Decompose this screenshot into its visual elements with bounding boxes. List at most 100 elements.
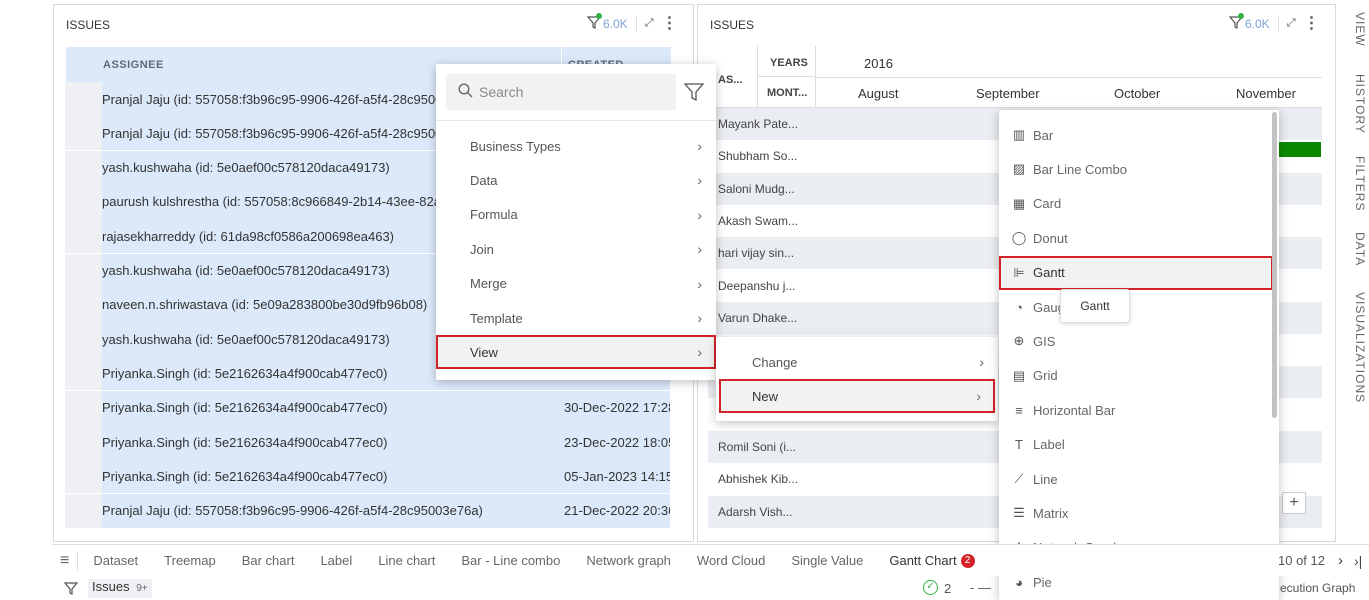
viz-item-matrix[interactable]: ☰ Matrix xyxy=(999,496,1279,530)
table-row[interactable]: Pranjal Jaju (id: 557058:f3b96c95-9906-4… xyxy=(65,493,670,528)
grid-icon: ▤ xyxy=(1012,367,1026,383)
side-tab-view[interactable]: VIEW xyxy=(1353,12,1367,47)
gantt-bar[interactable] xyxy=(1278,142,1321,157)
gantt-tooltip: Gantt xyxy=(1060,289,1130,323)
submenu-item-change[interactable]: Change › xyxy=(716,345,998,379)
left-panel-title: ISSUES xyxy=(66,18,111,32)
right-panel-tools: 6.0K ⤢ ⋮ xyxy=(1228,13,1320,32)
tab-gantt-chart[interactable]: Gantt Chart xyxy=(876,553,960,568)
search-box[interactable]: Search xyxy=(446,74,676,110)
assignee-cell: Priyanka.Singh (id: 5e2162634a4f900cab47… xyxy=(102,390,560,425)
chevron-right-icon: › xyxy=(697,275,702,292)
viz-item-gis[interactable]: ⊕ GIS xyxy=(999,324,1279,358)
funnel-icon[interactable] xyxy=(63,581,79,598)
tab-single-value[interactable]: Single Value xyxy=(778,553,876,568)
gauge-icon: ◔ xyxy=(1015,299,1023,315)
left-filter-count: 6.0K xyxy=(603,16,628,31)
month-september: September xyxy=(976,86,1040,101)
submenu-item-new[interactable]: New › xyxy=(719,379,995,413)
row-gutter xyxy=(65,322,102,357)
gantt-row-name: Mayank Pate... xyxy=(718,117,799,131)
row-gutter xyxy=(65,219,102,254)
tab-network-graph[interactable]: Network graph xyxy=(573,553,684,568)
right-filter-count: 6.0K xyxy=(1245,16,1270,31)
status-bar: Issues 9+ ✓ 2 - — ecution Graph xyxy=(52,577,1369,600)
filter-icon[interactable] xyxy=(586,13,602,32)
chevron-right-icon: › xyxy=(979,354,984,370)
viz-item-bar-line-combo[interactable]: ▨ Bar Line Combo xyxy=(999,152,1279,186)
row-gutter xyxy=(65,493,102,528)
menu-item-view[interactable]: View › xyxy=(436,335,716,370)
tab-bar-chart[interactable]: Bar chart xyxy=(229,553,308,568)
donut-icon: ◯ xyxy=(1011,230,1027,246)
created-cell: 21-Dec-2022 20:36 xyxy=(560,493,670,528)
chevron-right-icon: › xyxy=(697,344,702,361)
execution-graph-link[interactable]: ecution Graph xyxy=(1280,581,1355,595)
tab-line-chart[interactable]: Line chart xyxy=(365,553,448,568)
side-tab-data[interactable]: DATA xyxy=(1353,232,1367,266)
filter-icon[interactable] xyxy=(1228,13,1244,32)
menu-scrollbar[interactable] xyxy=(1272,112,1277,418)
more-options-icon[interactable]: ⋮ xyxy=(662,15,678,31)
globe-icon: ⊕ xyxy=(1013,333,1025,349)
menu-item-business-types[interactable]: Business Types › xyxy=(436,129,716,163)
horizontal-bar-icon: ≡ xyxy=(1015,402,1023,418)
context-menu: Search Business Types › Data › Formula › Join ›… xyxy=(436,64,716,380)
menu-item-template[interactable]: Template › xyxy=(436,301,716,335)
table-row[interactable]: Priyanka.Singh (id: 5e2162634a4f900cab47… xyxy=(65,425,670,459)
search-placeholder: Search xyxy=(479,84,524,100)
menu-filter-icon[interactable] xyxy=(683,82,705,105)
line-chart-icon: ⟋ xyxy=(1014,471,1024,486)
assignee-cell: Priyanka.Singh (id: 5e2162634a4f900cab47… xyxy=(102,459,560,494)
menu-item-join[interactable]: Join › xyxy=(436,232,716,266)
last-page-icon[interactable]: ›| xyxy=(1354,553,1362,569)
viz-item-grid[interactable]: ▤ Grid xyxy=(999,359,1279,393)
menu-item-merge[interactable]: Merge › xyxy=(436,267,716,301)
expand-icon[interactable]: ⤢ xyxy=(645,17,654,30)
row-gutter xyxy=(65,287,102,322)
view-submenu: Change › New › xyxy=(716,337,998,421)
viz-item-label[interactable]: T Label xyxy=(999,428,1279,462)
hamburger-icon[interactable]: ≡ xyxy=(52,552,77,570)
viz-item-line[interactable]: ⟋ Line xyxy=(999,462,1279,496)
tab-label[interactable]: Label xyxy=(307,553,365,568)
side-tab-filters[interactable]: FILTERS xyxy=(1353,156,1367,211)
chevron-right-icon: › xyxy=(697,241,702,258)
chevron-right-icon: › xyxy=(697,172,702,189)
gantt-icon: ⊫ xyxy=(1013,264,1025,280)
chevron-right-icon: › xyxy=(697,206,702,223)
tab-dataset[interactable]: Dataset xyxy=(80,553,151,568)
tab-bar-line-combo[interactable]: Bar - Line combo xyxy=(448,553,573,568)
table-row[interactable]: Priyanka.Singh (id: 5e2162634a4f900cab47… xyxy=(65,459,670,494)
expand-icon[interactable]: ⤢ xyxy=(1287,17,1296,30)
chevron-right-icon: › xyxy=(976,388,981,404)
viz-item-horizontal-bar[interactable]: ≡ Horizontal Bar xyxy=(999,393,1279,427)
years-header: YEARS xyxy=(770,57,808,69)
row-gutter xyxy=(65,150,102,185)
row-gutter xyxy=(65,356,102,391)
row-gutter xyxy=(65,390,102,425)
viz-item-card[interactable]: ▦ Card xyxy=(999,187,1279,221)
menu-item-data[interactable]: Data › xyxy=(436,163,716,197)
zoom-in-button[interactable]: + xyxy=(1282,492,1306,514)
matrix-icon: ☰ xyxy=(1013,505,1025,521)
row-gutter xyxy=(65,184,102,219)
issues-filter-chip[interactable]: Issues 9+ xyxy=(88,579,152,598)
viz-item-donut[interactable]: ◯ Donut xyxy=(999,221,1279,255)
gantt-row-name: Saloni Mudg... xyxy=(718,181,795,196)
gantt-row-name: Deepanshu j... xyxy=(718,278,796,293)
side-tab-history[interactable]: HISTORY xyxy=(1353,74,1367,134)
menu-item-formula[interactable]: Formula › xyxy=(436,198,716,232)
chevron-right-icon: › xyxy=(697,310,702,326)
gantt-row-name: Shubham So... xyxy=(718,149,798,164)
table-row[interactable]: Priyanka.Singh (id: 5e2162634a4f900cab47… xyxy=(65,390,670,425)
more-options-icon[interactable]: ⋮ xyxy=(1304,15,1320,31)
bar-chart-icon: ▥ xyxy=(1012,127,1026,142)
next-page-icon[interactable]: › xyxy=(1338,552,1343,569)
viz-item-bar[interactable]: ▥ Bar xyxy=(999,118,1279,152)
viz-item-gauge[interactable]: ◔ Gauge xyxy=(999,290,1279,324)
tab-word-cloud[interactable]: Word Cloud xyxy=(684,553,778,568)
tab-treemap[interactable]: Treemap xyxy=(151,553,229,568)
viz-item-gantt[interactable]: ⊫ Gantt xyxy=(999,255,1273,290)
side-tab-visualizations[interactable]: VISUALIZATIONS xyxy=(1353,292,1367,403)
